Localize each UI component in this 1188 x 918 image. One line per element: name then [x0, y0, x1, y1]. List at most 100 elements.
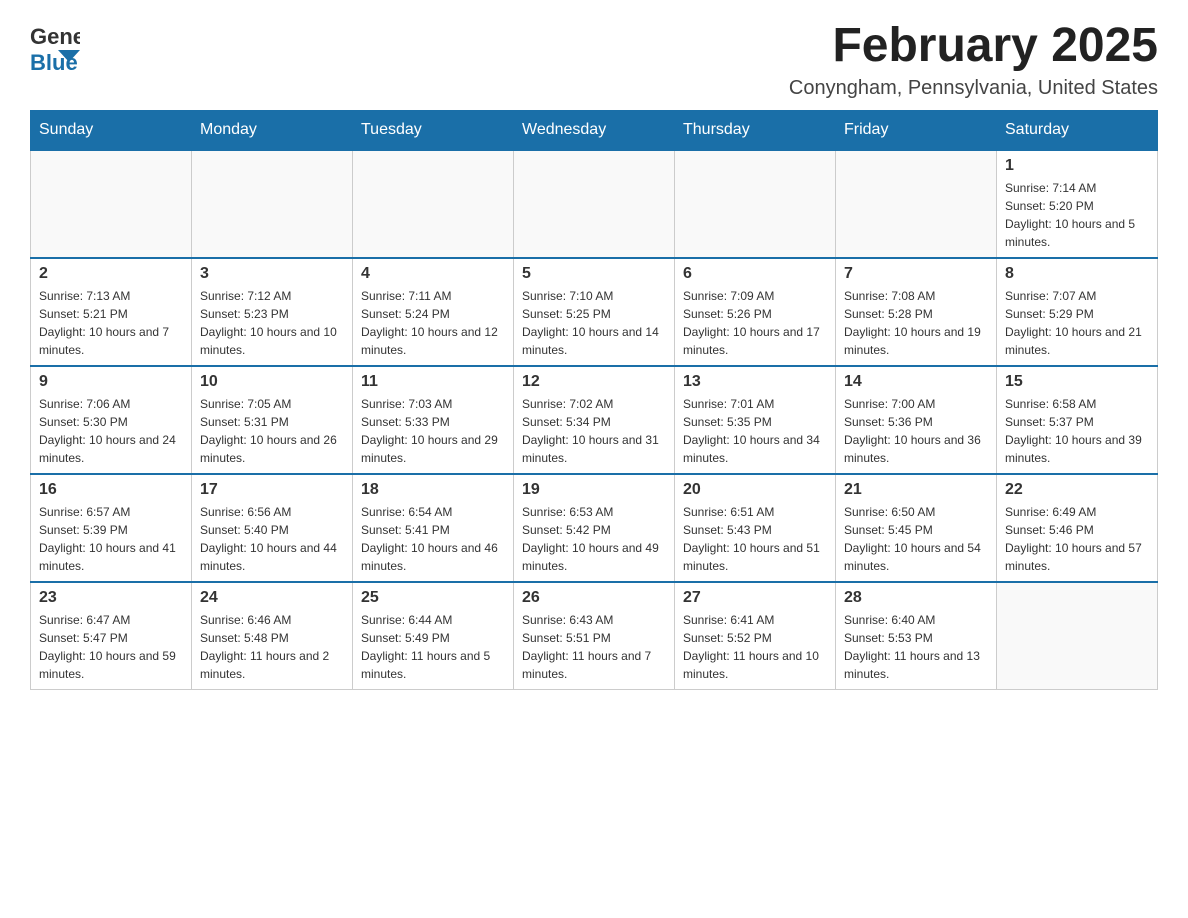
column-header-wednesday: Wednesday [514, 110, 675, 150]
column-header-saturday: Saturday [997, 110, 1158, 150]
page-header: General Blue February 2025 Conyngham, Pe… [30, 20, 1158, 100]
day-info: Sunrise: 7:06 AMSunset: 5:30 PMDaylight:… [39, 395, 183, 467]
week-row-2: 2Sunrise: 7:13 AMSunset: 5:21 PMDaylight… [31, 258, 1158, 366]
day-info: Sunrise: 6:58 AMSunset: 5:37 PMDaylight:… [1005, 395, 1149, 467]
day-number: 15 [1005, 373, 1149, 391]
day-number: 21 [844, 481, 988, 499]
day-info: Sunrise: 7:07 AMSunset: 5:29 PMDaylight:… [1005, 287, 1149, 359]
day-cell: 19Sunrise: 6:53 AMSunset: 5:42 PMDayligh… [514, 474, 675, 582]
column-header-monday: Monday [192, 110, 353, 150]
day-number: 6 [683, 265, 827, 283]
day-cell: 28 Sunrise: 6:40 AMSunset: 5:53 PMDayligh… [836, 582, 997, 690]
day-number: 24 [200, 589, 344, 607]
day-number: 11 [361, 373, 505, 391]
svg-text:Blue: Blue [30, 50, 78, 75]
day-info: Sunrise: 7:08 AMSunset: 5:28 PMDaylight:… [844, 287, 988, 359]
day-info: Sunrise: 7:00 AMSunset: 5:36 PMDaylight:… [844, 395, 988, 467]
day-cell: 17 Sunrise: 6:56 AMSunset: 5:40 PMDayligh… [192, 474, 353, 582]
day-info: Sunrise: 6:47 AMSunset: 5:47 PMDaylight:… [39, 611, 183, 683]
day-info: Sunrise: 6:41 AMSunset: 5:52 PMDaylight:… [683, 611, 827, 683]
day-cell: 7 Sunrise: 7:08 AMSunset: 5:28 PMDaylight… [836, 258, 997, 366]
day-number: 13 [683, 373, 827, 391]
day-number: 14 [844, 373, 988, 391]
column-header-sunday: Sunday [31, 110, 192, 150]
day-info: Sunrise: 7:09 AMSunset: 5:26 PMDaylight:… [683, 287, 827, 359]
day-cell [31, 150, 192, 258]
column-header-friday: Friday [836, 110, 997, 150]
day-info: Sunrise: 7:01 AMSunset: 5:35 PMDaylight:… [683, 395, 827, 467]
day-info: Sunrise: 6:57 AMSunset: 5:39 PMDaylight:… [39, 503, 183, 575]
day-cell [353, 150, 514, 258]
day-cell: 2Sunrise: 7:13 AMSunset: 5:21 PMDaylight… [31, 258, 192, 366]
day-number: 7 [844, 265, 988, 283]
day-cell: 5 Sunrise: 7:10 AMSunset: 5:25 PMDaylight… [514, 258, 675, 366]
day-cell: 13 Sunrise: 7:01 AMSunset: 5:35 PMDayligh… [675, 366, 836, 474]
day-cell: 15 Sunrise: 6:58 AMSunset: 5:37 PMDayligh… [997, 366, 1158, 474]
day-number: 19 [522, 481, 666, 499]
day-number: 5 [522, 265, 666, 283]
day-cell: 21 Sunrise: 6:50 AMSunset: 5:45 PMDayligh… [836, 474, 997, 582]
day-number: 28 [844, 589, 988, 607]
day-number: 3 [200, 265, 344, 283]
day-number: 27 [683, 589, 827, 607]
day-cell: 18 Sunrise: 6:54 AMSunset: 5:41 PMDayligh… [353, 474, 514, 582]
day-cell: 16 Sunrise: 6:57 AMSunset: 5:39 PMDayligh… [31, 474, 192, 582]
day-cell: 10Sunrise: 7:05 AMSunset: 5:31 PMDayligh… [192, 366, 353, 474]
calendar-header-row: SundayMondayTuesdayWednesdayThursdayFrid… [31, 110, 1158, 150]
calendar-subtitle: Conyngham, Pennsylvania, United States [789, 77, 1158, 100]
day-cell: 20 Sunrise: 6:51 AMSunset: 5:43 PMDayligh… [675, 474, 836, 582]
day-number: 17 [200, 481, 344, 499]
day-cell: 12Sunrise: 7:02 AMSunset: 5:34 PMDayligh… [514, 366, 675, 474]
day-cell [514, 150, 675, 258]
title-section: February 2025 Conyngham, Pennsylvania, U… [789, 20, 1158, 100]
day-cell: 22 Sunrise: 6:49 AMSunset: 5:46 PMDayligh… [997, 474, 1158, 582]
logo-icon: General Blue [30, 20, 80, 80]
week-row-1: 1Sunrise: 7:14 AMSunset: 5:20 PMDaylight… [31, 150, 1158, 258]
day-number: 23 [39, 589, 183, 607]
day-info: Sunrise: 7:14 AMSunset: 5:20 PMDaylight:… [1005, 179, 1149, 251]
week-row-4: 16 Sunrise: 6:57 AMSunset: 5:39 PMDayligh… [31, 474, 1158, 582]
day-number: 12 [522, 373, 666, 391]
day-info: Sunrise: 6:43 AMSunset: 5:51 PMDaylight:… [522, 611, 666, 683]
column-header-tuesday: Tuesday [353, 110, 514, 150]
day-cell: 25Sunrise: 6:44 AMSunset: 5:49 PMDayligh… [353, 582, 514, 690]
day-info: Sunrise: 6:40 AMSunset: 5:53 PMDaylight:… [844, 611, 988, 683]
day-cell: 23 Sunrise: 6:47 AMSunset: 5:47 PMDayligh… [31, 582, 192, 690]
column-header-thursday: Thursday [675, 110, 836, 150]
calendar-table: SundayMondayTuesdayWednesdayThursdayFrid… [30, 110, 1158, 690]
week-row-3: 9Sunrise: 7:06 AMSunset: 5:30 PMDaylight… [31, 366, 1158, 474]
day-number: 18 [361, 481, 505, 499]
day-cell [192, 150, 353, 258]
day-number: 22 [1005, 481, 1149, 499]
day-info: Sunrise: 6:54 AMSunset: 5:41 PMDaylight:… [361, 503, 505, 575]
day-number: 25 [361, 589, 505, 607]
day-cell: 14 Sunrise: 7:00 AMSunset: 5:36 PMDayligh… [836, 366, 997, 474]
day-number: 16 [39, 481, 183, 499]
day-cell: 11 Sunrise: 7:03 AMSunset: 5:33 PMDayligh… [353, 366, 514, 474]
day-info: Sunrise: 6:56 AMSunset: 5:40 PMDaylight:… [200, 503, 344, 575]
week-row-5: 23 Sunrise: 6:47 AMSunset: 5:47 PMDayligh… [31, 582, 1158, 690]
day-cell: 26 Sunrise: 6:43 AMSunset: 5:51 PMDayligh… [514, 582, 675, 690]
day-info: Sunrise: 7:11 AMSunset: 5:24 PMDaylight:… [361, 287, 505, 359]
day-info: Sunrise: 6:49 AMSunset: 5:46 PMDaylight:… [1005, 503, 1149, 575]
day-cell: 3 Sunrise: 7:12 AMSunset: 5:23 PMDaylight… [192, 258, 353, 366]
logo: General Blue [30, 20, 80, 80]
svg-text:General: General [30, 24, 80, 49]
day-cell: 27 Sunrise: 6:41 AMSunset: 5:52 PMDayligh… [675, 582, 836, 690]
day-number: 26 [522, 589, 666, 607]
day-number: 20 [683, 481, 827, 499]
day-number: 2 [39, 265, 183, 283]
day-cell: 1Sunrise: 7:14 AMSunset: 5:20 PMDaylight… [997, 150, 1158, 258]
day-cell [836, 150, 997, 258]
day-info: Sunrise: 6:50 AMSunset: 5:45 PMDaylight:… [844, 503, 988, 575]
day-cell: 9Sunrise: 7:06 AMSunset: 5:30 PMDaylight… [31, 366, 192, 474]
day-info: Sunrise: 6:51 AMSunset: 5:43 PMDaylight:… [683, 503, 827, 575]
day-info: Sunrise: 7:12 AMSunset: 5:23 PMDaylight:… [200, 287, 344, 359]
day-cell: 4Sunrise: 7:11 AMSunset: 5:24 PMDaylight… [353, 258, 514, 366]
day-info: Sunrise: 7:05 AMSunset: 5:31 PMDaylight:… [200, 395, 344, 467]
day-cell [997, 582, 1158, 690]
day-cell: 6 Sunrise: 7:09 AMSunset: 5:26 PMDaylight… [675, 258, 836, 366]
day-cell: 24Sunrise: 6:46 AMSunset: 5:48 PMDayligh… [192, 582, 353, 690]
day-info: Sunrise: 7:10 AMSunset: 5:25 PMDaylight:… [522, 287, 666, 359]
day-info: Sunrise: 7:03 AMSunset: 5:33 PMDaylight:… [361, 395, 505, 467]
